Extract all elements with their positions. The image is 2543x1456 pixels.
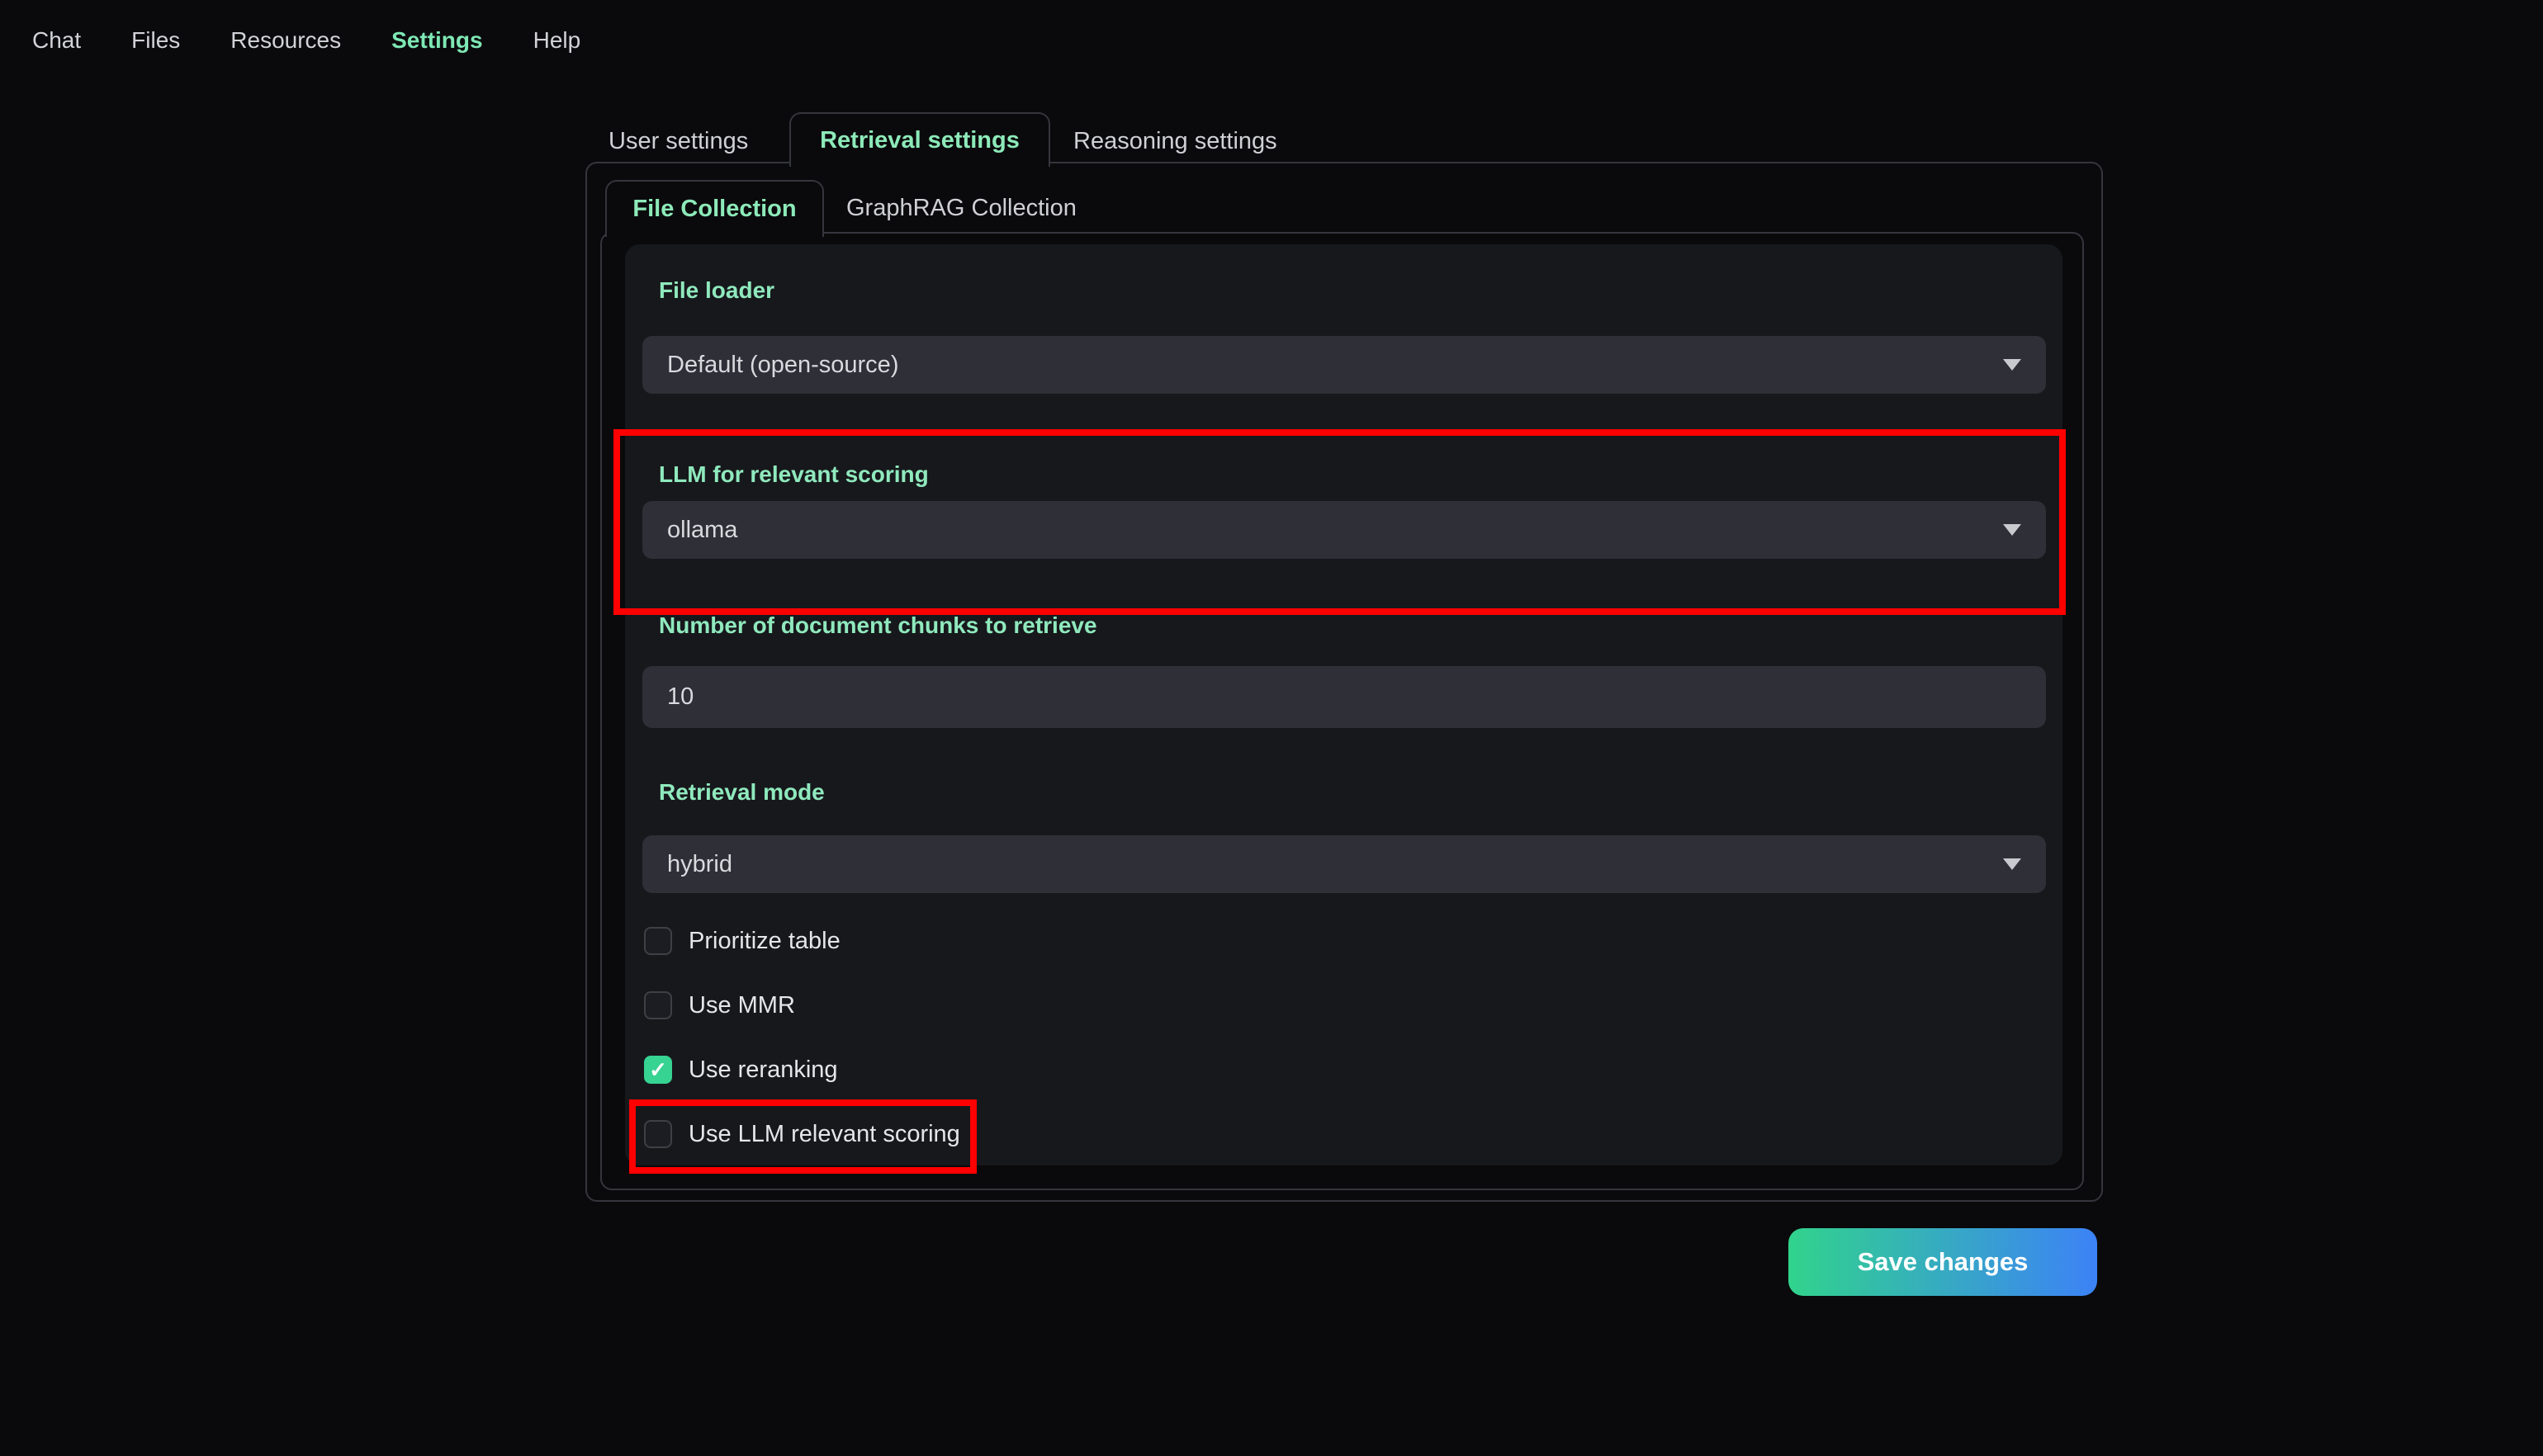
tab-retrieval-settings-label: Retrieval settings bbox=[820, 126, 1020, 154]
chevron-down-icon bbox=[2003, 524, 2021, 536]
settings-card: File loader Default (open-source) LLM fo… bbox=[625, 244, 2062, 1165]
nav-item-chat[interactable]: Chat bbox=[32, 27, 81, 54]
llm-scoring-label: LLM for relevant scoring bbox=[659, 461, 929, 487]
file-loader-dropdown[interactable]: Default (open-source) bbox=[642, 336, 2046, 394]
nav-item-settings[interactable]: Settings bbox=[391, 27, 482, 54]
retrieval-mode-dropdown[interactable]: hybrid bbox=[642, 835, 2046, 893]
check-icon: ✓ bbox=[649, 1057, 667, 1082]
checkbox-row-use-llm-relevant-scoring[interactable]: ✓ Use LLM relevant scoring bbox=[644, 1118, 960, 1151]
use-llm-relevant-scoring-label: Use LLM relevant scoring bbox=[689, 1120, 960, 1147]
tab-reasoning-settings[interactable]: Reasoning settings bbox=[1073, 128, 1277, 155]
file-loader-label: File loader bbox=[659, 277, 775, 303]
chevron-down-icon bbox=[2003, 858, 2021, 870]
checkbox-row-use-reranking[interactable]: ✓ Use reranking bbox=[644, 1053, 838, 1086]
nav-item-help[interactable]: Help bbox=[533, 27, 581, 54]
top-nav: Chat Files Resources Settings Help bbox=[32, 27, 580, 54]
use-mmr-label: Use MMR bbox=[689, 991, 795, 1019]
use-mmr-checkbox[interactable]: ✓ bbox=[644, 991, 672, 1019]
retrieval-mode-label: Retrieval mode bbox=[659, 779, 825, 805]
chevron-down-icon bbox=[2003, 359, 2021, 371]
file-loader-value: Default (open-source) bbox=[667, 351, 899, 378]
tab-file-collection-label: File Collection bbox=[632, 196, 797, 222]
app-root: Chat Files Resources Settings Help User … bbox=[0, 0, 2543, 1456]
tab-retrieval-settings[interactable]: Retrieval settings bbox=[789, 112, 1050, 167]
checkbox-row-use-mmr[interactable]: ✓ Use MMR bbox=[644, 989, 795, 1022]
llm-scoring-dropdown[interactable]: ollama bbox=[642, 501, 2046, 559]
num-chunks-value: 10 bbox=[667, 683, 694, 710]
retrieval-mode-value: hybrid bbox=[667, 850, 732, 877]
tab-user-settings[interactable]: User settings bbox=[609, 128, 748, 155]
num-chunks-input[interactable]: 10 bbox=[642, 666, 2046, 728]
num-chunks-label: Number of document chunks to retrieve bbox=[659, 612, 1097, 638]
use-reranking-checkbox[interactable]: ✓ bbox=[644, 1056, 672, 1084]
use-reranking-label: Use reranking bbox=[689, 1056, 838, 1083]
prioritize-table-checkbox[interactable]: ✓ bbox=[644, 927, 672, 955]
tab-file-collection[interactable]: File Collection bbox=[605, 180, 824, 237]
llm-scoring-value: ollama bbox=[667, 516, 738, 543]
checkbox-row-prioritize-table[interactable]: ✓ Prioritize table bbox=[644, 924, 841, 957]
prioritize-table-label: Prioritize table bbox=[689, 927, 841, 954]
nav-item-files[interactable]: Files bbox=[131, 27, 180, 54]
nav-item-resources[interactable]: Resources bbox=[230, 27, 341, 54]
use-llm-relevant-scoring-checkbox[interactable]: ✓ bbox=[644, 1120, 672, 1148]
save-changes-button[interactable]: Save changes bbox=[1788, 1228, 2097, 1296]
